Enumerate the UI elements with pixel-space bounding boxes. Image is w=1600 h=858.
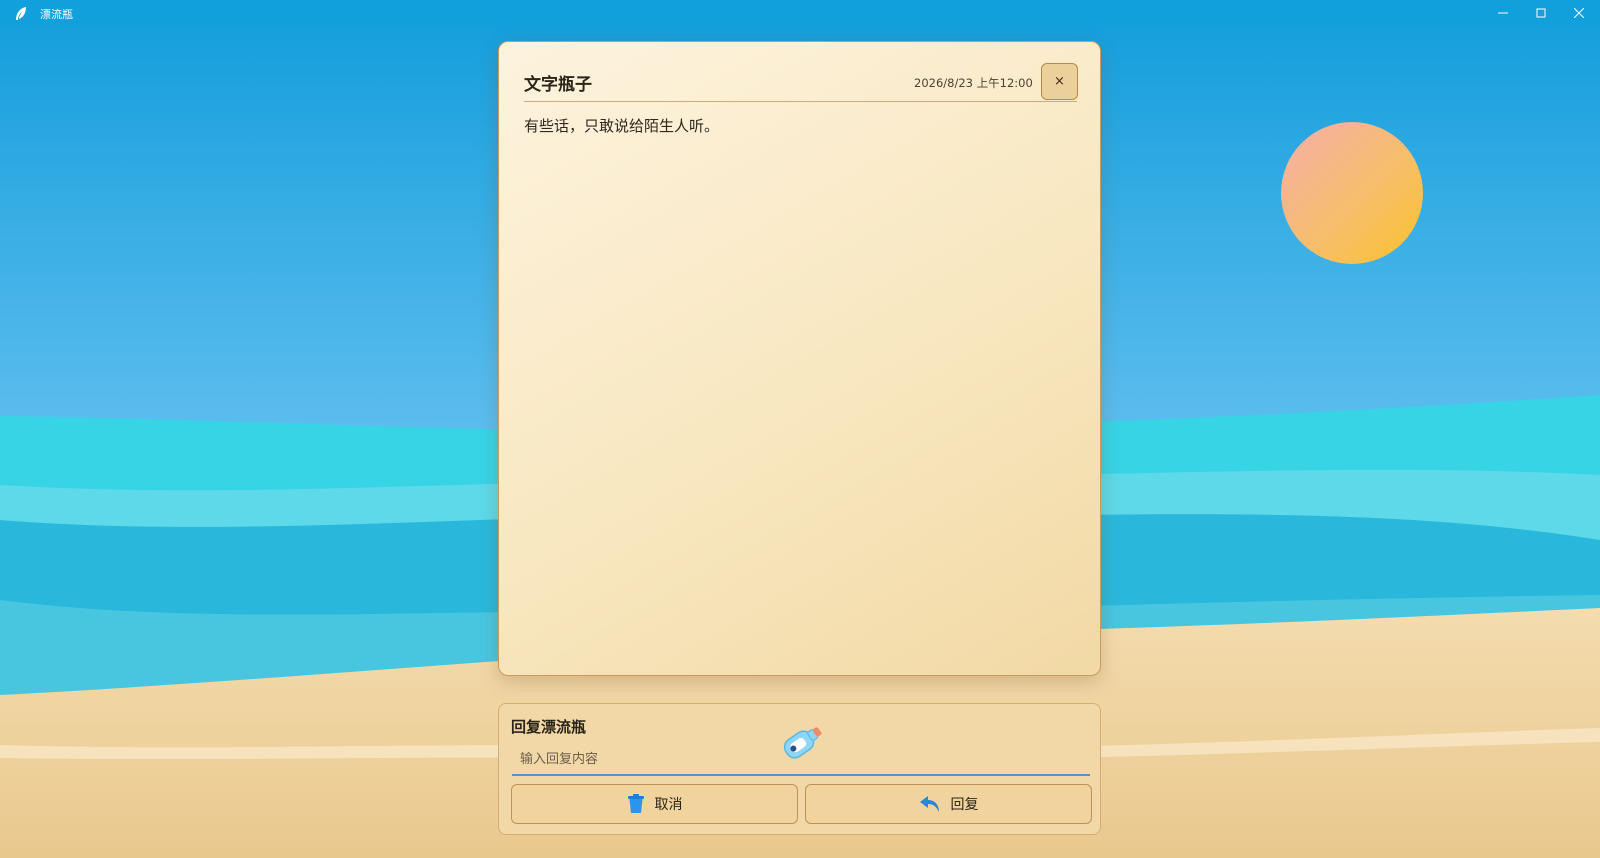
reply-label: 回复 — [950, 797, 979, 813]
window-title: 漂流瓶 — [40, 8, 73, 21]
reply-button[interactable]: 回复 — [805, 784, 1092, 824]
cancel-label: 取消 — [654, 797, 683, 813]
maximize-button[interactable] — [1522, 0, 1560, 27]
card-message: 有些话，只敢说给陌生人听。 — [524, 117, 720, 135]
close-icon: × — [1054, 74, 1065, 89]
reply-title: 回复漂流瓶 — [511, 718, 587, 736]
reply-arrow-icon — [919, 796, 939, 812]
feather-icon — [14, 6, 28, 21]
minimize-button[interactable] — [1484, 0, 1522, 27]
card-divider — [524, 101, 1077, 102]
trash-bin-icon — [627, 794, 644, 813]
cancel-button[interactable]: 取消 — [511, 784, 798, 824]
card-date: 2026/8/23 上午12:00 — [914, 76, 1033, 90]
bottle-letter-card: 文字瓶子 2026/8/23 上午12:00 × 有些话，只敢说给陌生人听。 — [498, 41, 1101, 676]
maximize-icon — [1536, 8, 1546, 18]
window-titlebar: 漂流瓶 — [0, 0, 1600, 27]
window-close-button[interactable] — [1560, 0, 1598, 27]
window-close-icon — [1574, 8, 1584, 18]
minimize-icon — [1498, 12, 1508, 14]
reply-panel: 回复漂流瓶 取消 回复 — [498, 703, 1101, 835]
sun — [1281, 122, 1423, 264]
card-title: 文字瓶子 — [524, 75, 592, 95]
message-bottle-icon — [775, 717, 827, 767]
card-close-button[interactable]: × — [1041, 63, 1078, 100]
